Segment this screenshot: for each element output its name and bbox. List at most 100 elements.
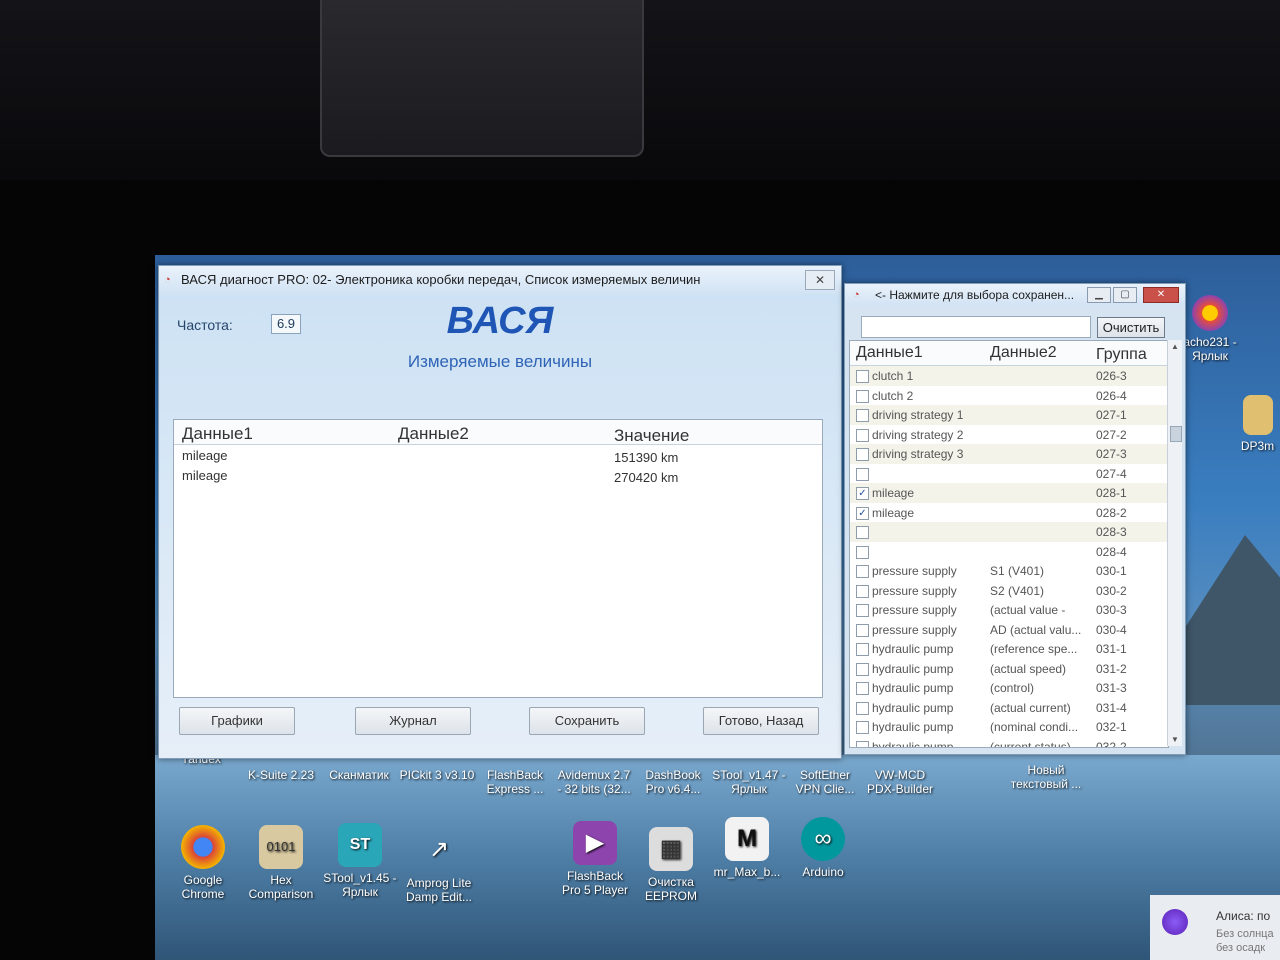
- app-logo-icon: ◔: [853, 289, 860, 301]
- desktop-icon-arduino[interactable]: ∞ Arduino: [785, 817, 861, 879]
- desktop-icon-scanmatik[interactable]: Сканматик: [321, 768, 397, 782]
- row-checkbox[interactable]: [856, 526, 869, 539]
- list-scrollbar[interactable]: ▲ ▼: [1167, 340, 1182, 746]
- row-checkbox[interactable]: [856, 662, 869, 676]
- column-header-data2[interactable]: Данные2: [990, 344, 1057, 362]
- list-item[interactable]: driving strategy 2 027-2: [850, 425, 1168, 445]
- list-item[interactable]: hydraulic pump (actual current) 031-4: [850, 698, 1168, 718]
- desktop-icon-dp3m[interactable]: DP3m: [1235, 395, 1280, 453]
- desktop-icon-flashback-express[interactable]: FlashBack Express ...: [477, 768, 553, 796]
- cell-group: 030-3: [1096, 603, 1127, 617]
- row-checkbox[interactable]: [856, 701, 869, 715]
- row-checkbox[interactable]: ✓: [856, 487, 869, 500]
- desktop-icon-avidemux[interactable]: Avidemux 2.7 - 32 bits (32...: [556, 768, 632, 796]
- list-item[interactable]: pressure supply (actual value - 030-3: [850, 600, 1168, 620]
- list-window-titlebar[interactable]: ◔ <- Нажмите для выбора сохранен... ▁ ▢ …: [845, 284, 1185, 306]
- desktop-icon-softether[interactable]: SoftEther VPN Clie...: [787, 768, 863, 796]
- list-item[interactable]: pressure supply AD (actual valu... 030-4: [850, 620, 1168, 640]
- scroll-up-icon[interactable]: ▲: [1168, 342, 1182, 351]
- row-checkbox[interactable]: [856, 545, 869, 559]
- close-button[interactable]: ✕: [805, 270, 835, 290]
- list-item[interactable]: ✓ mileage 028-1: [850, 483, 1168, 503]
- alice-notification[interactable]: Алиса: по Без солнца без осадк: [1150, 895, 1280, 960]
- column-header-group[interactable]: Группа: [1096, 346, 1147, 364]
- cell-data2: (control): [990, 681, 1035, 695]
- row-checkbox[interactable]: [856, 370, 869, 383]
- desktop-icon-dashbook[interactable]: DashBook Pro v6.4...: [635, 768, 711, 796]
- list-item[interactable]: hydraulic pump (actual speed) 031-2: [850, 659, 1168, 679]
- row-checkbox[interactable]: [856, 565, 869, 578]
- desktop-icon-new-text[interactable]: Новый текстовый ...: [1008, 763, 1084, 791]
- close-button[interactable]: ✕: [1143, 287, 1179, 303]
- desktop-icon-ksuite[interactable]: K-Suite 2.23: [243, 768, 319, 782]
- list-item[interactable]: driving strategy 1 027-1: [850, 405, 1168, 425]
- row-checkbox[interactable]: [856, 428, 869, 442]
- desktop-icon-stool-147[interactable]: STool_v1.47 - Ярлык: [711, 768, 787, 796]
- column-header-data1[interactable]: Данные1: [856, 344, 923, 362]
- row-checkbox[interactable]: [856, 740, 869, 747]
- desktop-icon-flashback-player[interactable]: ▶ FlashBack Pro 5 Player: [557, 821, 633, 897]
- desktop-icon-eeprom[interactable]: ▦ Очистка EEPROM: [633, 827, 709, 903]
- laptop-hinge: [320, 0, 644, 157]
- filter-input[interactable]: [861, 316, 1091, 338]
- chip-icon: ▦: [649, 827, 693, 871]
- row-checkbox[interactable]: [856, 643, 869, 656]
- row-checkbox[interactable]: [856, 623, 869, 637]
- table-header: Данные1 Данные2 Значение: [174, 420, 822, 445]
- cell-group: 031-2: [1096, 661, 1127, 676]
- row-checkbox[interactable]: [856, 682, 869, 695]
- list-item[interactable]: 028-3: [850, 522, 1168, 542]
- table-row[interactable]: mileage 270420 km: [174, 465, 822, 485]
- main-window-titlebar[interactable]: ◔ ВАСЯ диагност PRO: 02- Электроника кор…: [159, 266, 841, 294]
- list-item[interactable]: hydraulic pump (reference spe... 031-1: [850, 639, 1168, 659]
- save-button[interactable]: Сохранить: [529, 707, 645, 735]
- desktop-icon-pickit[interactable]: PICkit 3 v3.10: [399, 768, 475, 782]
- row-checkbox[interactable]: [856, 604, 869, 617]
- column-header-data1[interactable]: Данные1: [182, 424, 253, 444]
- row-checkbox[interactable]: ✓: [856, 506, 869, 520]
- desktop-icon-amprog[interactable]: ↗ Amprog Lite Damp Edit...: [401, 828, 477, 904]
- cell-group: 027-4: [1096, 466, 1127, 481]
- row-checkbox[interactable]: [856, 721, 869, 734]
- cell-group: 027-3: [1096, 447, 1127, 461]
- desktop-icon-vw-mcd[interactable]: VW-MCD PDX-Builder: [862, 768, 938, 796]
- row-checkbox[interactable]: [856, 409, 869, 422]
- done-back-button[interactable]: Готово, Назад: [703, 707, 819, 735]
- minimize-button[interactable]: ▁: [1087, 287, 1111, 303]
- app-logo-icon: ◔: [164, 274, 171, 286]
- list-item[interactable]: ✓ mileage 028-2: [850, 503, 1168, 523]
- cell-data2: (actual speed): [990, 661, 1067, 676]
- list-item[interactable]: clutch 1 026-3: [850, 366, 1168, 386]
- graphs-button[interactable]: Графики: [179, 707, 295, 735]
- parameter-list[interactable]: Данные1 Данные2 Группа clutch 1 026-3 clut…: [849, 340, 1169, 748]
- desktop-icon-stool-145[interactable]: ST STool_v1.45 - Ярлык: [322, 823, 398, 899]
- list-item[interactable]: driving strategy 3 027-3: [850, 444, 1168, 464]
- list-item[interactable]: 028-4: [850, 542, 1168, 562]
- desktop-icon-chrome[interactable]: Google Chrome: [165, 825, 241, 901]
- cell-data1: clutch 2: [872, 388, 914, 403]
- list-item[interactable]: clutch 2 026-4: [850, 386, 1168, 406]
- list-rows: clutch 1 026-3 clutch 2 026-4 driving strate…: [850, 366, 1168, 747]
- row-checkbox[interactable]: [856, 448, 869, 461]
- row-checkbox[interactable]: [856, 584, 869, 598]
- scrollbar-thumb[interactable]: [1170, 426, 1182, 442]
- column-header-value[interactable]: Значение: [614, 426, 689, 446]
- list-item[interactable]: hydraulic pump (control) 031-3: [850, 678, 1168, 698]
- measurements-table[interactable]: Данные1 Данные2 Значение mileage 151390 …: [173, 419, 823, 698]
- desktop-icon-mr-max[interactable]: M mr_Max_b...: [709, 817, 785, 879]
- desktop-icon-hex-comparison[interactable]: 0101 Hex Comparison: [243, 825, 319, 901]
- row-checkbox[interactable]: [856, 467, 869, 481]
- journal-button[interactable]: Журнал: [355, 707, 471, 735]
- cell-data1: driving strategy 2: [872, 427, 964, 442]
- row-checkbox[interactable]: [856, 389, 869, 403]
- list-item[interactable]: pressure supply S1 (V401) 030-1: [850, 561, 1168, 581]
- scroll-down-icon[interactable]: ▼: [1168, 735, 1182, 744]
- maximize-button[interactable]: ▢: [1113, 287, 1137, 303]
- clear-button[interactable]: Очистить: [1097, 317, 1165, 338]
- column-header-data2[interactable]: Данные2: [398, 424, 469, 444]
- list-item[interactable]: hydraulic pump (nominal condi... 032-1: [850, 717, 1168, 737]
- list-item[interactable]: 027-4: [850, 464, 1168, 484]
- list-item[interactable]: hydraulic pump (current status) 032-2: [850, 737, 1168, 747]
- list-item[interactable]: pressure supply S2 (V401) 030-2: [850, 581, 1168, 601]
- table-row[interactable]: mileage 151390 km: [174, 445, 822, 465]
